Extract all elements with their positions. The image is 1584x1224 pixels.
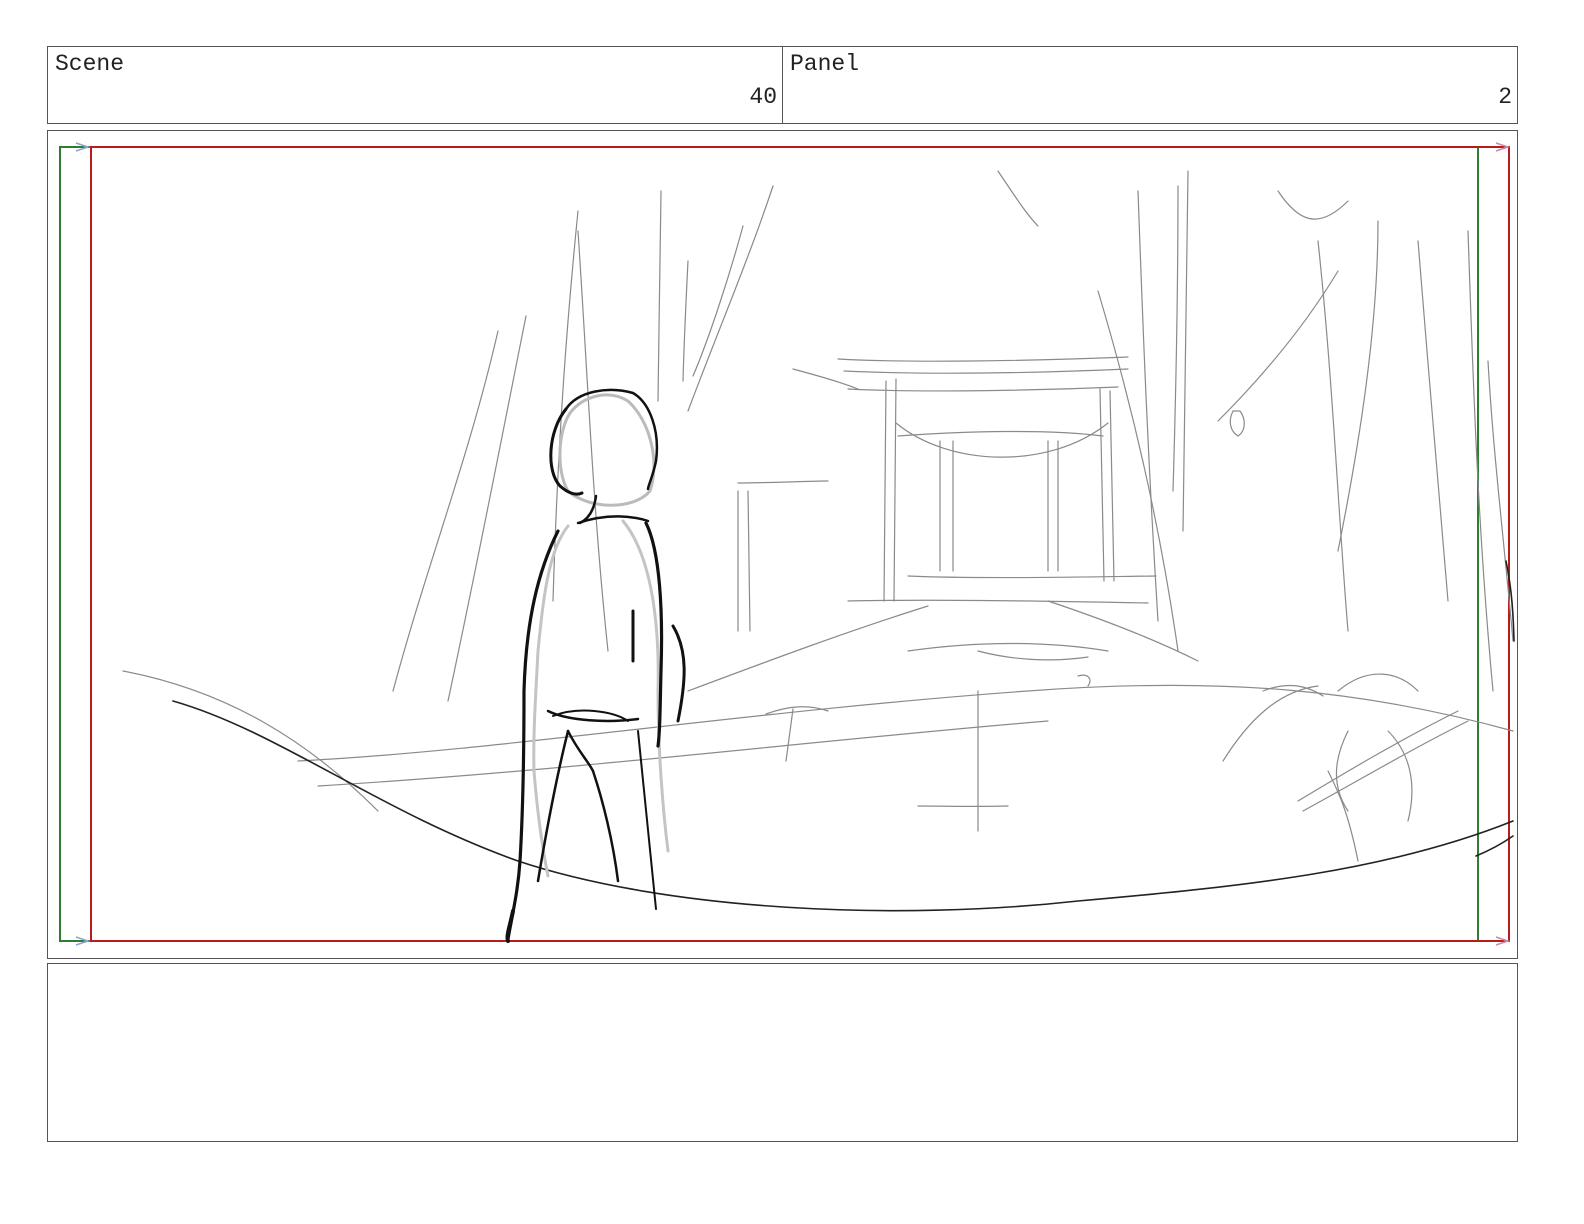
scene-label: Scene	[55, 51, 125, 77]
panel-drawing	[59, 142, 1515, 946]
panel-notes[interactable]	[47, 963, 1518, 1142]
character-figure	[505, 388, 686, 943]
safe-frame	[59, 146, 1479, 942]
foreground-sketch	[172, 560, 1515, 912]
storyboard-panel[interactable]	[47, 130, 1518, 959]
scene-number[interactable]: 40	[749, 84, 777, 110]
panel-label: Panel	[790, 51, 860, 77]
scene-cell: Scene 40	[48, 47, 782, 123]
action-frame	[90, 146, 1510, 942]
background-sketch	[122, 170, 1514, 862]
panel-header: Scene 40 Panel 2	[47, 46, 1518, 124]
panel-cell: Panel 2	[782, 47, 1517, 123]
panel-number[interactable]: 2	[1498, 84, 1512, 110]
